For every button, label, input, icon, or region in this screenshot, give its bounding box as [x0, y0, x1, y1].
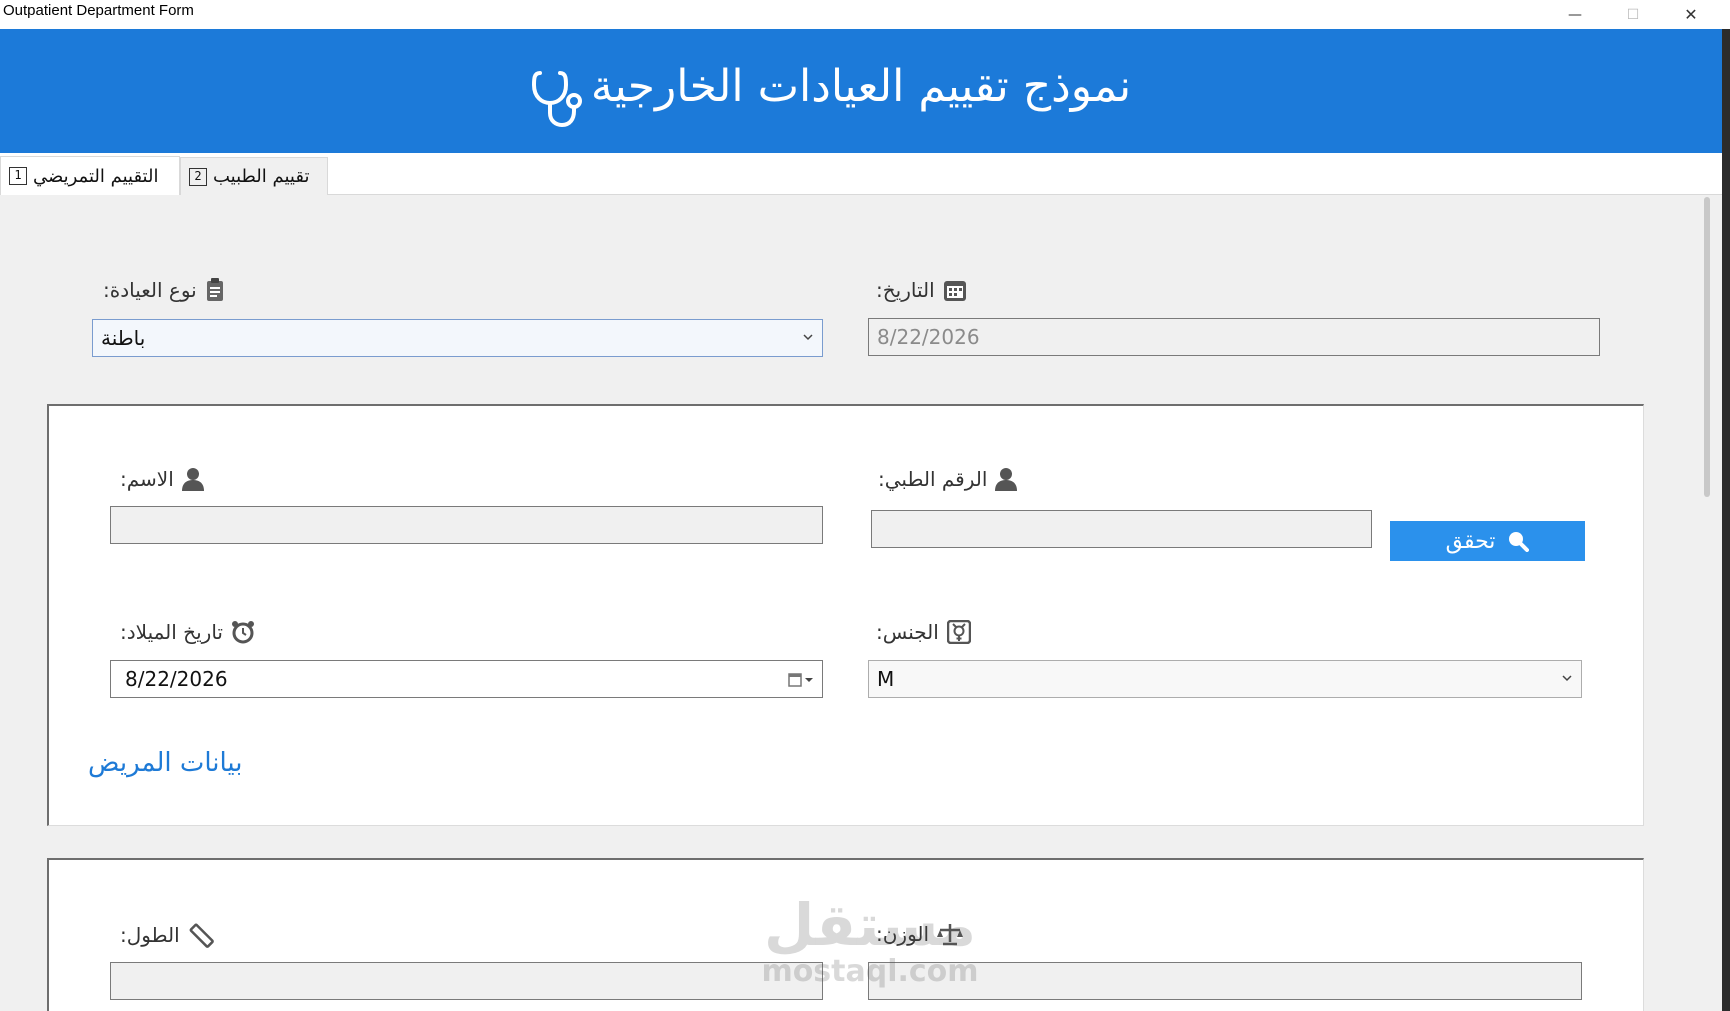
height-label: الطول: [120, 922, 214, 948]
calendar-icon [943, 281, 966, 301]
name-input[interactable] [110, 506, 823, 544]
dob-label: تاريخ الميلاد: [120, 620, 255, 644]
clinic-type-value: باطنة [101, 326, 146, 350]
window-titlebar: Outpatient Department Form — ☐ ✕ [0, 0, 1730, 29]
page-title: نموذج تقييم العيادات الخارجية [590, 61, 1132, 112]
watermark-arabic: مستقل [763, 891, 977, 959]
alarm-clock-icon [231, 621, 254, 644]
tab-doctor-assessment[interactable]: 2 تقييم الطبيب [180, 157, 328, 195]
height-input[interactable] [110, 962, 823, 1000]
tab-number: 2 [189, 167, 207, 186]
date-text: التاريخ: [876, 278, 935, 302]
gender-value: M [877, 667, 895, 691]
patient-info-group [47, 404, 1644, 826]
patient-section-title: بيانات المريض [88, 748, 243, 778]
mrn-label: الرقم الطبي: [878, 467, 1018, 491]
chevron-down-icon [803, 334, 813, 341]
user-icon [181, 468, 204, 491]
maximize-icon: ☐ [1626, 6, 1640, 23]
height-text: الطول: [120, 923, 180, 947]
stethoscope-icon [531, 71, 582, 128]
vertical-scrollbar[interactable] [1704, 197, 1710, 497]
mrn-text: الرقم الطبي: [878, 467, 988, 491]
close-button[interactable]: ✕ [1663, 0, 1719, 29]
calendar-dropdown-icon [788, 673, 813, 687]
tab-nursing-assessment[interactable]: 1 التقييم التمريضي [0, 156, 180, 195]
ruler-icon [189, 923, 214, 948]
search-icon [1509, 532, 1530, 552]
window-title: Outpatient Department Form [3, 2, 194, 19]
clinic-type-label: نوع العيادة: [103, 278, 225, 302]
gender-icon [946, 620, 971, 644]
header-banner: نموذج تقييم العيادات الخارجية [0, 29, 1722, 153]
gender-label: الجنس: [876, 620, 971, 644]
chevron-down-icon [1562, 675, 1572, 682]
date-field[interactable]: 8/22/2026 [868, 318, 1600, 356]
verify-label: تحقق [1445, 528, 1496, 554]
name-label: الاسم: [120, 467, 204, 491]
tab-label: التقييم التمريضي [33, 165, 159, 187]
date-label: التاريخ: [876, 278, 967, 302]
tab-strip: 1 التقييم التمريضي 2 تقييم الطبيب [0, 153, 1722, 195]
watermark-logo: مستقل mostaql.com [750, 895, 990, 995]
minimize-icon: — [1568, 6, 1582, 23]
tab-number: 1 [9, 167, 27, 185]
minimize-button[interactable]: — [1547, 0, 1603, 29]
clinic-type-text: نوع العيادة: [103, 278, 197, 302]
gender-text: الجنس: [876, 620, 939, 644]
name-text: الاسم: [120, 467, 174, 491]
dob-datepicker[interactable]: 8/22/2026 [110, 660, 823, 698]
mrn-input[interactable] [871, 510, 1372, 548]
close-icon: ✕ [1684, 5, 1698, 24]
watermark-latin: mostaql.com [761, 954, 979, 989]
clinic-type-select[interactable]: باطنة [92, 319, 823, 357]
maximize-button[interactable]: ☐ [1605, 0, 1661, 29]
gender-select[interactable]: M [868, 660, 1582, 698]
dob-text: تاريخ الميلاد: [120, 620, 223, 644]
dob-value: 8/22/2026 [125, 667, 228, 691]
tab-label: تقييم الطبيب [213, 166, 310, 187]
user-icon [995, 468, 1018, 491]
date-value: 8/22/2026 [877, 325, 980, 349]
clipboard-icon [206, 278, 223, 301]
window-edge [1722, 29, 1730, 1011]
verify-button[interactable]: تحقق [1390, 521, 1585, 561]
